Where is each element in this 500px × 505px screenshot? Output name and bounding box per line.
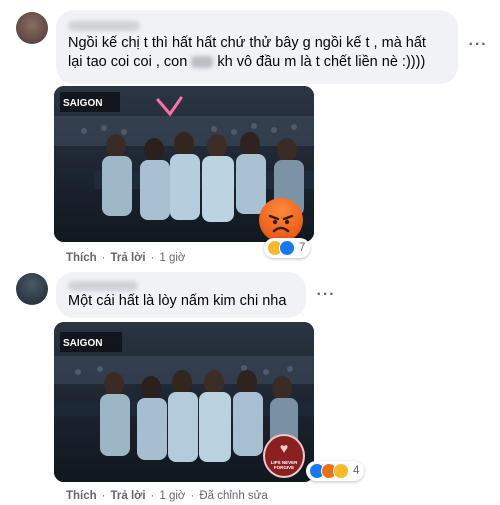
comment-photo[interactable]: SAIGON [54,86,314,242]
reply-action[interactable]: Trả lời [111,490,146,502]
comment-text-line: kh vô đầu m là t chết liền nè :)))) [217,54,426,70]
timestamp[interactable]: 1 giờ [159,490,185,502]
avatar[interactable] [16,12,48,44]
censored-word [191,56,214,69]
badge-text: LIPS NEVER FORGIVE [270,460,298,470]
comment-actions: Thích · Trả lời · 1 giờ [66,252,185,264]
reply-action[interactable]: Trả lời [111,252,146,264]
reactions-summary[interactable]: 7 [264,238,311,258]
comment-text-line: Ngồi kế chị t thì hất hất chứ thử bây g … [68,35,426,51]
separator: · [150,252,155,264]
haha-icon [333,463,349,479]
like-icon [279,240,295,256]
comment-bubble: Một cái hất là lòy nấm kim chi nha [56,272,306,318]
like-action[interactable]: Thích [66,490,97,502]
reaction-count: 7 [299,242,306,254]
reactions-summary[interactable]: 4 [306,461,365,481]
comment-bubble: Ngồi kế chị t thì hất hất chứ thử bây g … [56,10,458,84]
comment-author[interactable] [68,18,446,34]
comment-actions: Thích · Trả lời · 1 giờ · Đã chỉnh sửa [66,490,268,502]
avatar[interactable] [16,273,48,305]
more-options-button[interactable]: ··· [314,287,338,306]
photo-logo-text: SAIGON [63,338,102,349]
angry-emoji-sticker [259,198,303,242]
comment-text: Ngồi kế chị t thì hất hất chứ thử bây g … [68,34,446,72]
separator: · [190,490,195,502]
edited-label: Đã chỉnh sửa [199,490,268,502]
comment-author[interactable] [68,278,294,292]
separator: · [101,252,106,264]
reaction-count: 4 [353,465,360,477]
separator: · [101,490,106,502]
comment-text: Một cái hất là lòy nấm kim chi nha [68,293,287,309]
photo-logo-text: SAIGON [63,98,102,109]
comment-photo[interactable]: SAIGON ♥ LIPS NEVER FORGIVE [54,322,314,482]
timestamp[interactable]: 1 giờ [159,252,185,264]
like-action[interactable]: Thích [66,252,97,264]
comment-text-line: lại tao coi coi , con [68,54,188,70]
lips-icon: ♥ [279,440,289,456]
lips-logo-badge: ♥ LIPS NEVER FORGIVE [263,434,305,478]
more-options-button[interactable]: ··· [466,37,490,56]
separator: · [150,490,155,502]
